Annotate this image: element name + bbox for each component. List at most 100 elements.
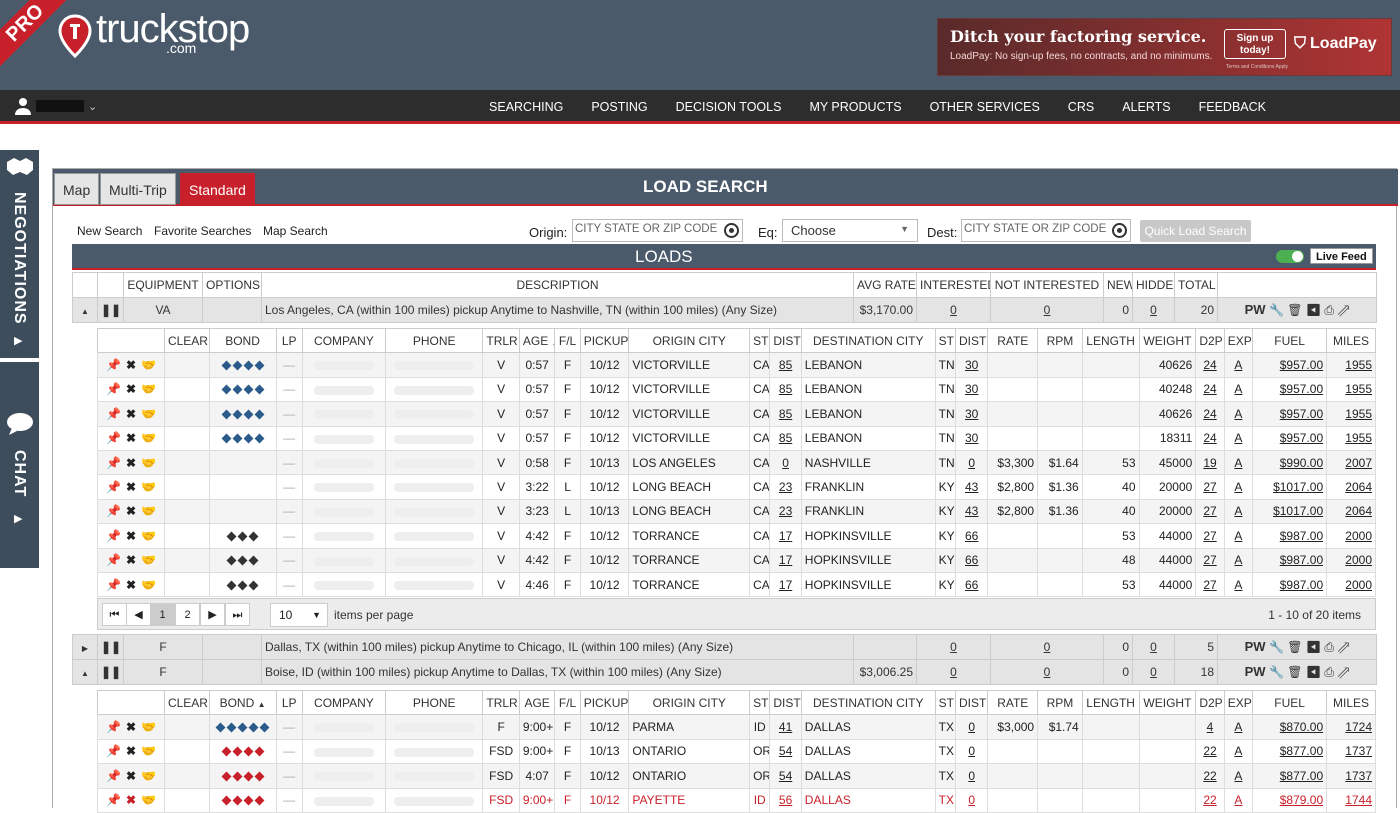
tab-multi-trip[interactable]: Multi-Trip [100, 173, 176, 205]
column-header[interactable]: ORIGIN CITY [628, 689, 751, 716]
pw-label[interactable]: PW [1245, 302, 1266, 317]
truckstop-logo[interactable]: truckstop [58, 8, 250, 68]
d2p[interactable]: 24 [1203, 382, 1216, 396]
last-page-button[interactable]: ⏭ [225, 603, 250, 626]
loadpay-ad-banner[interactable]: Ditch your factoring service. LoadPay: N… [937, 18, 1392, 76]
expand-arrow-icon[interactable]: ▶ [82, 644, 88, 653]
pin-icon[interactable]: 📌 [106, 529, 121, 543]
d2p[interactable]: 24 [1203, 407, 1216, 421]
column-header[interactable]: BOND ▲ [208, 689, 277, 716]
origin-dist[interactable]: 85 [779, 382, 792, 396]
load-row[interactable]: 📌 ✖ 🤝 — V 0:57 F 10/12 VICTORVILLE CA 85 LEBANON TN 3… [97, 425, 1376, 451]
dismiss-icon[interactable]: ✖ [126, 382, 136, 396]
column-header[interactable]: PICKUP [579, 689, 630, 716]
load-row[interactable]: 📌 ✖ 🤝 — FSD 9:00+ F 10/12 PAYETTE ID 56 DALLAS TX 0 22… [97, 787, 1376, 813]
nav-item-alerts[interactable]: ALERTS [1108, 90, 1184, 124]
origin-dist[interactable]: 85 [779, 431, 792, 445]
handshake-icon[interactable]: 🤝 [141, 769, 156, 783]
trash-icon[interactable]: 🗑 [1287, 303, 1302, 317]
external-link-icon[interactable]: ⇗ [1337, 640, 1349, 654]
exp[interactable]: A [1234, 578, 1242, 592]
prev-page-button[interactable]: ◀ [126, 603, 151, 626]
d2p[interactable]: 27 [1203, 529, 1216, 543]
origin-dist[interactable]: 17 [779, 578, 792, 592]
nav-item-decision-tools[interactable]: DECISION TOOLS [662, 90, 796, 124]
load-row[interactable]: 📌 ✖ 🤝 — F 9:00+ F 10/12 PARMA ID 41 DALLAS TX 0 $3,000… [97, 714, 1376, 740]
exp[interactable]: A [1234, 407, 1242, 421]
fuel[interactable]: $1017.00 [1273, 480, 1323, 494]
trash-icon[interactable]: 🗑 [1287, 640, 1302, 654]
load-row[interactable]: 📌 ✖ 🤝 — V 3:22 L 10/12 LONG BEACH CA 23 FRANKLIN KY 4… [97, 474, 1376, 500]
print-icon[interactable]: ⎙ [1324, 665, 1334, 679]
dismiss-icon[interactable]: ✖ [126, 720, 136, 734]
wrench-icon[interactable]: 🔧 [1269, 303, 1284, 317]
column-header[interactable]: MILES [1326, 327, 1376, 354]
origin-dist[interactable]: 0 [782, 456, 789, 470]
load-row[interactable]: 📌 ✖ 🤝 — V 0:57 F 10/12 VICTORVILLE CA 85 LEBANON TN 3… [97, 376, 1376, 403]
pin-icon[interactable]: 📌 [106, 578, 121, 592]
d2p[interactable]: 19 [1203, 456, 1216, 470]
column-header[interactable]: PHONE [385, 327, 484, 354]
column-header[interactable]: LENGTH [1081, 689, 1140, 716]
equipment-select[interactable]: Choose ▼ [782, 219, 918, 242]
column-header[interactable]: RATE [987, 327, 1039, 354]
destination-dist[interactable]: 43 [965, 480, 978, 494]
pause-icon[interactable]: ❚❚ [101, 640, 121, 654]
pw-label[interactable]: PW [1245, 664, 1266, 679]
pin-icon[interactable]: 📌 [106, 744, 121, 758]
favorite-searches-link[interactable]: Favorite Searches [154, 224, 251, 238]
next-page-button[interactable]: ▶ [200, 603, 225, 626]
pin-icon[interactable]: 📌 [106, 504, 121, 518]
column-header[interactable]: D2P [1195, 327, 1225, 354]
column-header[interactable]: F/L [554, 327, 581, 354]
miles[interactable]: 1737 [1345, 769, 1372, 783]
miles[interactable]: 2000 [1345, 553, 1372, 567]
not-interested-count[interactable]: 0 [1044, 640, 1051, 654]
wrench-icon[interactable]: 🔧 [1269, 640, 1284, 654]
column-header[interactable]: DESTINATION CITY [800, 327, 936, 354]
fuel[interactable]: $987.00 [1280, 553, 1323, 567]
destination-dist[interactable]: 0 [968, 744, 975, 758]
pw-label[interactable]: PW [1245, 639, 1266, 654]
dismiss-icon[interactable]: ✖ [126, 504, 136, 518]
column-header[interactable]: ST [934, 689, 956, 716]
miles[interactable]: 1955 [1345, 407, 1372, 421]
handshake-icon[interactable]: 🤝 [141, 529, 156, 543]
nav-item-other-services[interactable]: OTHER SERVICES [916, 90, 1054, 124]
d2p[interactable]: 22 [1203, 793, 1216, 807]
pin-icon[interactable]: 📌 [106, 793, 121, 807]
dismiss-icon[interactable]: ✖ [126, 553, 136, 567]
destination-dist[interactable]: 0 [968, 769, 975, 783]
search-group-row[interactable]: ▶ ❚❚ F Dallas, TX (within 100 miles) pickup… [72, 634, 1377, 660]
exp[interactable]: A [1234, 456, 1242, 470]
column-header[interactable]: LP [275, 689, 303, 716]
dismiss-icon[interactable]: ✖ [126, 431, 136, 445]
collapse-arrow-icon[interactable]: ▲ [81, 307, 89, 316]
hidden-count[interactable]: 0 [1150, 640, 1157, 654]
page-size-select[interactable]: 10 ▼ [270, 603, 328, 627]
pin-icon[interactable]: 📌 [106, 358, 121, 372]
column-header[interactable]: TRLR [482, 689, 520, 716]
miles[interactable]: 2000 [1345, 529, 1372, 543]
print-icon[interactable]: ⎙ [1324, 640, 1334, 654]
column-header[interactable]: TOTAL [1174, 272, 1218, 298]
pin-icon[interactable]: 📌 [106, 769, 121, 783]
exp[interactable]: A [1234, 744, 1242, 758]
miles[interactable]: 2000 [1345, 578, 1372, 592]
mute-icon[interactable]: ◀ [1306, 640, 1321, 654]
miles[interactable]: 2007 [1345, 456, 1372, 470]
nav-item-searching[interactable]: SEARCHING [475, 90, 577, 124]
pin-icon[interactable]: 📌 [106, 456, 121, 470]
column-header[interactable]: MILES [1326, 689, 1376, 716]
pin-icon[interactable]: 📌 [106, 407, 121, 421]
column-header[interactable]: EXP [1223, 327, 1254, 354]
exp[interactable]: A [1234, 480, 1242, 494]
pin-icon[interactable]: 📌 [106, 382, 121, 396]
fuel[interactable]: $870.00 [1280, 720, 1323, 734]
mute-icon[interactable]: ◀ [1306, 303, 1321, 317]
column-header[interactable]: CLEAR [163, 689, 210, 716]
column-header[interactable]: FUEL [1252, 689, 1328, 716]
first-page-button[interactable]: ⏮ [102, 603, 127, 626]
fuel[interactable]: $877.00 [1280, 769, 1323, 783]
destination-dist[interactable]: 66 [965, 578, 978, 592]
